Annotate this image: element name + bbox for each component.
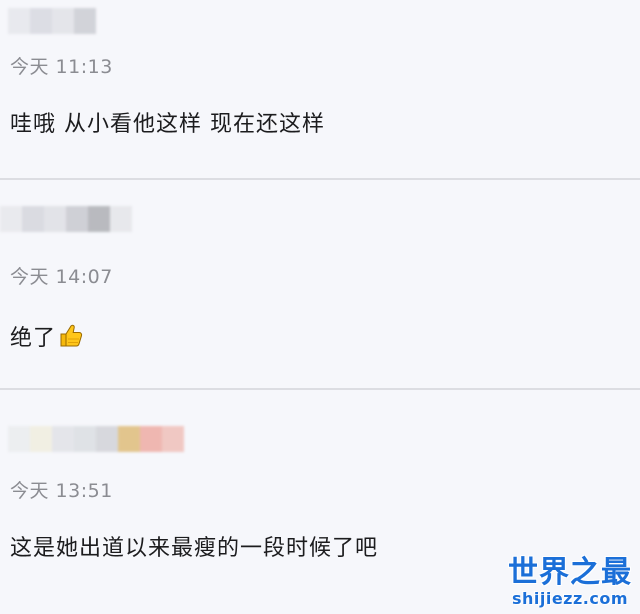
blurred-username xyxy=(8,426,184,452)
comment-item-2: 今天 14:07 绝了 xyxy=(0,180,640,388)
blur-block xyxy=(162,426,184,452)
blurred-username xyxy=(8,8,96,34)
blur-block xyxy=(110,206,132,232)
comment-item-1: 今天 11:13 哇哦 从小看他这样 现在还这样 xyxy=(0,0,640,178)
comment-text: 哇哦 从小看他这样 现在还这样 xyxy=(10,112,325,137)
blur-block xyxy=(8,426,30,452)
blur-block xyxy=(96,426,118,452)
watermark-url: shijiezz.com xyxy=(511,589,629,608)
blur-block xyxy=(74,426,96,452)
comment-timestamp: 今天 13:51 xyxy=(10,480,113,502)
blur-block xyxy=(22,206,44,232)
blur-block xyxy=(0,206,22,232)
blur-block xyxy=(118,426,140,452)
blur-block xyxy=(52,8,74,34)
comment-timestamp: 今天 11:13 xyxy=(10,56,113,78)
blur-block xyxy=(88,206,110,232)
site-watermark: 世界之最 shijiezz.com xyxy=(508,556,632,608)
blur-block xyxy=(140,426,162,452)
comment-text-row: 绝了 xyxy=(10,320,84,355)
blur-block xyxy=(8,8,30,34)
comment-text: 这是她出道以来最瘦的一段时候了吧 xyxy=(10,536,379,561)
blur-block xyxy=(66,206,88,232)
blur-block xyxy=(30,8,52,34)
comment-text: 绝了 xyxy=(10,326,57,351)
blur-block xyxy=(74,8,96,34)
comment-timestamp: 今天 14:07 xyxy=(10,266,113,288)
blur-block xyxy=(44,206,66,232)
blur-block xyxy=(30,426,52,452)
blur-block xyxy=(52,426,74,452)
watermark-title: 世界之最 xyxy=(508,555,632,590)
thumbs-up-icon xyxy=(58,323,84,355)
blurred-username xyxy=(0,206,132,232)
